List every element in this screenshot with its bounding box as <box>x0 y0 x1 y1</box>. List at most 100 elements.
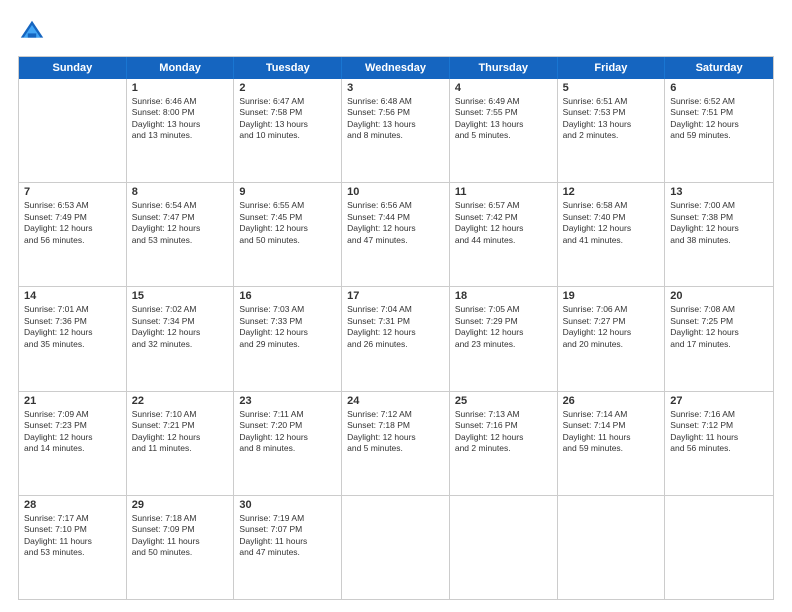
day-header-thursday: Thursday <box>450 57 558 79</box>
day-number: 16 <box>239 290 336 302</box>
cell-content: Sunrise: 7:03 AM Sunset: 7:33 PM Dayligh… <box>239 304 336 350</box>
day-number: 7 <box>24 186 121 198</box>
day-number: 13 <box>670 186 768 198</box>
calendar-cell: 16 Sunrise: 7:03 AM Sunset: 7:33 PM Dayli… <box>234 287 342 390</box>
calendar-cell: 13 Sunrise: 7:00 AM Sunset: 7:38 PM Dayli… <box>665 183 773 286</box>
calendar-cell: 14Sunrise: 7:01 AM Sunset: 7:36 PM Dayli… <box>19 287 127 390</box>
calendar-cell: 24 Sunrise: 7:12 AM Sunset: 7:18 PM Dayli… <box>342 392 450 495</box>
calendar-cell: 20 Sunrise: 7:08 AM Sunset: 7:25 PM Dayli… <box>665 287 773 390</box>
cell-content: Sunrise: 6:52 AM Sunset: 7:51 PM Dayligh… <box>670 96 768 142</box>
day-number: 6 <box>670 82 768 94</box>
calendar-row-0: 1 Sunrise: 6:46 AM Sunset: 8:00 PM Daylig… <box>19 79 773 183</box>
calendar-cell <box>558 496 666 599</box>
calendar-cell: 23 Sunrise: 7:11 AM Sunset: 7:20 PM Dayli… <box>234 392 342 495</box>
cell-content: Sunrise: 7:00 AM Sunset: 7:38 PM Dayligh… <box>670 200 768 246</box>
calendar-cell: 10 Sunrise: 6:56 AM Sunset: 7:44 PM Dayli… <box>342 183 450 286</box>
day-number: 19 <box>563 290 660 302</box>
cell-content: Sunrise: 6:46 AM Sunset: 8:00 PM Dayligh… <box>132 96 229 142</box>
cell-content: Sunrise: 7:04 AM Sunset: 7:31 PM Dayligh… <box>347 304 444 350</box>
day-number: 14 <box>24 290 121 302</box>
cell-content: Sunrise: 6:47 AM Sunset: 7:58 PM Dayligh… <box>239 96 336 142</box>
day-number: 10 <box>347 186 444 198</box>
cell-content: Sunrise: 6:49 AM Sunset: 7:55 PM Dayligh… <box>455 96 552 142</box>
calendar-cell: 1 Sunrise: 6:46 AM Sunset: 8:00 PM Daylig… <box>127 79 235 182</box>
cell-content: Sunrise: 7:19 AM Sunset: 7:07 PM Dayligh… <box>239 513 336 559</box>
calendar: SundayMondayTuesdayWednesdayThursdayFrid… <box>18 56 774 600</box>
cell-content: Sunrise: 7:13 AM Sunset: 7:16 PM Dayligh… <box>455 409 552 455</box>
cell-content: Sunrise: 7:16 AM Sunset: 7:12 PM Dayligh… <box>670 409 768 455</box>
day-header-tuesday: Tuesday <box>234 57 342 79</box>
calendar-cell: 17 Sunrise: 7:04 AM Sunset: 7:31 PM Dayli… <box>342 287 450 390</box>
cell-content: Sunrise: 6:55 AM Sunset: 7:45 PM Dayligh… <box>239 200 336 246</box>
page: SundayMondayTuesdayWednesdayThursdayFrid… <box>0 0 792 612</box>
calendar-header: SundayMondayTuesdayWednesdayThursdayFrid… <box>19 57 773 79</box>
calendar-cell: 27 Sunrise: 7:16 AM Sunset: 7:12 PM Dayli… <box>665 392 773 495</box>
calendar-cell: 15Sunrise: 7:02 AM Sunset: 7:34 PM Dayli… <box>127 287 235 390</box>
calendar-cell: 19 Sunrise: 7:06 AM Sunset: 7:27 PM Dayli… <box>558 287 666 390</box>
calendar-cell: 18 Sunrise: 7:05 AM Sunset: 7:29 PM Dayli… <box>450 287 558 390</box>
calendar-cell: 30 Sunrise: 7:19 AM Sunset: 7:07 PM Dayli… <box>234 496 342 599</box>
day-number: 24 <box>347 395 444 407</box>
day-number: 29 <box>132 499 229 511</box>
day-number: 12 <box>563 186 660 198</box>
cell-content: Sunrise: 6:57 AM Sunset: 7:42 PM Dayligh… <box>455 200 552 246</box>
calendar-cell: 9Sunrise: 6:55 AM Sunset: 7:45 PM Daylig… <box>234 183 342 286</box>
day-header-saturday: Saturday <box>665 57 773 79</box>
day-number: 11 <box>455 186 552 198</box>
header <box>18 18 774 46</box>
cell-content: Sunrise: 6:48 AM Sunset: 7:56 PM Dayligh… <box>347 96 444 142</box>
calendar-cell <box>342 496 450 599</box>
cell-content: Sunrise: 6:54 AM Sunset: 7:47 PM Dayligh… <box>132 200 229 246</box>
calendar-body: 1 Sunrise: 6:46 AM Sunset: 8:00 PM Daylig… <box>19 79 773 599</box>
day-number: 30 <box>239 499 336 511</box>
cell-content: Sunrise: 7:05 AM Sunset: 7:29 PM Dayligh… <box>455 304 552 350</box>
day-number: 17 <box>347 290 444 302</box>
calendar-cell: 6 Sunrise: 6:52 AM Sunset: 7:51 PM Daylig… <box>665 79 773 182</box>
calendar-cell: 21Sunrise: 7:09 AM Sunset: 7:23 PM Dayli… <box>19 392 127 495</box>
calendar-cell: 7 Sunrise: 6:53 AM Sunset: 7:49 PM Daylig… <box>19 183 127 286</box>
day-number: 4 <box>455 82 552 94</box>
calendar-cell <box>450 496 558 599</box>
day-header-friday: Friday <box>558 57 666 79</box>
day-number: 25 <box>455 395 552 407</box>
day-number: 28 <box>24 499 121 511</box>
calendar-cell: 3Sunrise: 6:48 AM Sunset: 7:56 PM Daylig… <box>342 79 450 182</box>
cell-content: Sunrise: 7:06 AM Sunset: 7:27 PM Dayligh… <box>563 304 660 350</box>
cell-content: Sunrise: 6:51 AM Sunset: 7:53 PM Dayligh… <box>563 96 660 142</box>
day-number: 27 <box>670 395 768 407</box>
logo-icon <box>18 18 46 46</box>
cell-content: Sunrise: 7:12 AM Sunset: 7:18 PM Dayligh… <box>347 409 444 455</box>
day-header-sunday: Sunday <box>19 57 127 79</box>
day-number: 1 <box>132 82 229 94</box>
cell-content: Sunrise: 6:58 AM Sunset: 7:40 PM Dayligh… <box>563 200 660 246</box>
calendar-cell: 11 Sunrise: 6:57 AM Sunset: 7:42 PM Dayli… <box>450 183 558 286</box>
day-number: 20 <box>670 290 768 302</box>
day-number: 5 <box>563 82 660 94</box>
calendar-cell: 29 Sunrise: 7:18 AM Sunset: 7:09 PM Dayli… <box>127 496 235 599</box>
cell-content: Sunrise: 6:53 AM Sunset: 7:49 PM Dayligh… <box>24 200 121 246</box>
calendar-cell: 2 Sunrise: 6:47 AM Sunset: 7:58 PM Daylig… <box>234 79 342 182</box>
cell-content: Sunrise: 7:10 AM Sunset: 7:21 PM Dayligh… <box>132 409 229 455</box>
day-header-monday: Monday <box>127 57 235 79</box>
calendar-row-2: 14Sunrise: 7:01 AM Sunset: 7:36 PM Dayli… <box>19 287 773 391</box>
calendar-cell <box>19 79 127 182</box>
calendar-cell <box>665 496 773 599</box>
calendar-row-4: 28Sunrise: 7:17 AM Sunset: 7:10 PM Dayli… <box>19 496 773 599</box>
calendar-row-1: 7 Sunrise: 6:53 AM Sunset: 7:49 PM Daylig… <box>19 183 773 287</box>
cell-content: Sunrise: 7:11 AM Sunset: 7:20 PM Dayligh… <box>239 409 336 455</box>
day-number: 2 <box>239 82 336 94</box>
cell-content: Sunrise: 7:08 AM Sunset: 7:25 PM Dayligh… <box>670 304 768 350</box>
calendar-cell: 12 Sunrise: 6:58 AM Sunset: 7:40 PM Dayli… <box>558 183 666 286</box>
calendar-cell: 28Sunrise: 7:17 AM Sunset: 7:10 PM Dayli… <box>19 496 127 599</box>
calendar-cell: 8Sunrise: 6:54 AM Sunset: 7:47 PM Daylig… <box>127 183 235 286</box>
cell-content: Sunrise: 7:14 AM Sunset: 7:14 PM Dayligh… <box>563 409 660 455</box>
cell-content: Sunrise: 7:18 AM Sunset: 7:09 PM Dayligh… <box>132 513 229 559</box>
cell-content: Sunrise: 7:09 AM Sunset: 7:23 PM Dayligh… <box>24 409 121 455</box>
day-header-wednesday: Wednesday <box>342 57 450 79</box>
cell-content: Sunrise: 6:56 AM Sunset: 7:44 PM Dayligh… <box>347 200 444 246</box>
day-number: 15 <box>132 290 229 302</box>
day-number: 22 <box>132 395 229 407</box>
day-number: 23 <box>239 395 336 407</box>
calendar-cell: 25 Sunrise: 7:13 AM Sunset: 7:16 PM Dayli… <box>450 392 558 495</box>
day-number: 18 <box>455 290 552 302</box>
